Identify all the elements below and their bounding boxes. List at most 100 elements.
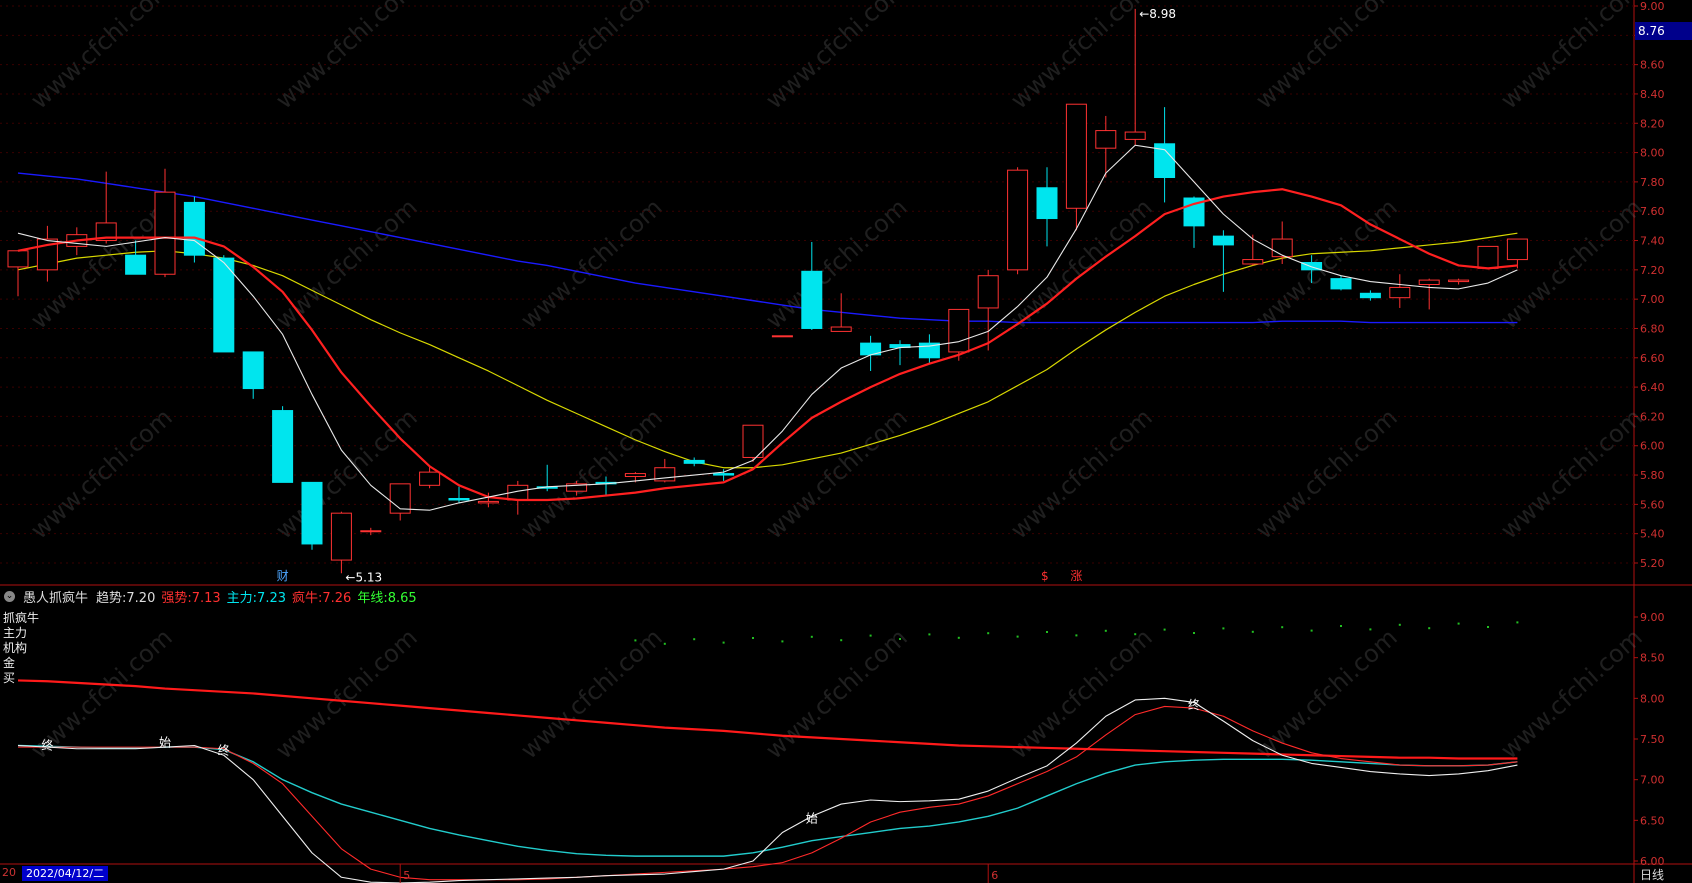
annual-dot [840, 639, 843, 642]
annual-dot [810, 635, 813, 638]
annual-dot [1163, 628, 1166, 631]
annual-dot [1104, 629, 1107, 632]
signal-marker: 涨 [1070, 568, 1082, 583]
date-label: 2022/04/12/二 [22, 866, 109, 881]
candle-down [713, 473, 735, 476]
indicator-main-force [17, 744, 1518, 857]
ma-yellow-line [17, 232, 1518, 469]
watermark-text: www.cfchi.com [760, 403, 912, 544]
annual-dot [899, 638, 901, 640]
indicator-tick-label: 8.00 [1640, 692, 1665, 705]
watermark-text: www.cfchi.com [1250, 623, 1402, 764]
candle-up [1065, 103, 1087, 209]
price-tick-label: 7.60 [1640, 205, 1665, 218]
extreme-price-label: ←5.13 [345, 570, 382, 584]
watermark-text: www.cfchi.com [515, 623, 667, 764]
indicator-tick-label: 6.50 [1640, 814, 1665, 827]
candle-up [771, 335, 793, 338]
watermark-text: www.cfchi.com [1005, 403, 1157, 544]
candle-up [1418, 279, 1440, 285]
price-tick-label: 7.80 [1640, 176, 1665, 189]
month-label: 6 [991, 869, 998, 882]
annual-dot [957, 636, 960, 639]
left-date-mark: 20 [2, 866, 16, 879]
watermark-text: www.cfchi.com [1250, 403, 1402, 544]
watermark-text: www.cfchi.com [1250, 193, 1402, 334]
candle-up [742, 424, 764, 458]
watermark-text: www.cfchi.com [270, 0, 422, 114]
annual-dot [781, 640, 784, 643]
watermark-text: www.cfchi.com [25, 0, 177, 114]
candle-up [1095, 130, 1117, 149]
candle-up [977, 275, 999, 309]
watermark-text: www.cfchi.com [1250, 0, 1402, 114]
indicator-legend: 趋势:7.20 强势:7.13 主力:7.23 疯牛:7.26 年线:8.65 [96, 587, 423, 606]
price-tick-label: 6.40 [1640, 381, 1665, 394]
annual-dot [1310, 629, 1313, 632]
candle-up [830, 326, 852, 332]
collapse-icon[interactable]: ⌄ [4, 591, 15, 602]
annual-dot [1487, 626, 1489, 628]
price-tick-label: 5.40 [1640, 528, 1665, 541]
candle-down [801, 270, 823, 329]
watermark-text: www.cfchi.com [270, 193, 422, 334]
legend-item: 主力:7.23 [226, 591, 286, 606]
extreme-price-label: ←8.98 [1139, 7, 1176, 21]
price-tick-label: 9.00 [1640, 0, 1665, 13]
watermark-text: www.cfchi.com [760, 0, 912, 114]
annual-dot [1516, 621, 1519, 624]
price-tick-label: 8.40 [1640, 88, 1665, 101]
annual-dot [693, 638, 696, 641]
signal-marker: $ [1041, 569, 1049, 583]
candle-down [125, 254, 147, 275]
candle-up [360, 530, 382, 533]
candle-down [683, 459, 705, 464]
candle-up [477, 500, 499, 504]
candle-up [1124, 131, 1146, 140]
candle-up [1242, 259, 1264, 265]
price-tick-label: 5.20 [1640, 557, 1665, 570]
annual-dot [1075, 634, 1078, 637]
watermark-text: www.cfchi.com [25, 403, 177, 544]
indicator-side-label: 买 [3, 671, 16, 685]
candle-down [448, 498, 470, 501]
candle-up [154, 191, 176, 275]
annual-dot [1398, 623, 1401, 626]
candle-up [330, 512, 352, 561]
price-tick-label: 6.20 [1640, 410, 1665, 423]
annual-dot [1134, 633, 1137, 636]
annual-dot [722, 641, 725, 644]
watermark-text: www.cfchi.com [1495, 403, 1647, 544]
candle-up [624, 473, 646, 478]
price-tick-label: 7.40 [1640, 235, 1665, 248]
candle-up [1506, 238, 1528, 261]
candle-down [272, 410, 294, 483]
candle-down [1036, 187, 1058, 220]
annual-dot [1193, 632, 1195, 634]
phase-marker: 终 [41, 738, 53, 753]
phase-marker: 始 [159, 735, 171, 749]
phase-marker: 终 [218, 742, 230, 757]
candle-up [1271, 238, 1293, 258]
annual-dot [1457, 622, 1460, 625]
watermark-text: www.cfchi.com [760, 193, 912, 334]
candle-up [1389, 286, 1411, 299]
annual-dot [663, 642, 666, 645]
candle-up [1007, 169, 1029, 271]
candle-down [301, 481, 323, 545]
price-tick-label: 5.80 [1640, 469, 1665, 482]
watermark-text: www.cfchi.com [1495, 623, 1647, 764]
indicator-title[interactable]: ⌄ 愚人抓疯牛 趋势:7.20 强势:7.13 主力:7.23 疯牛:7.26 年线:8… [4, 587, 423, 606]
candle-down [213, 257, 235, 353]
watermark-text: www.cfchi.com [1005, 623, 1157, 764]
annual-dot [1281, 626, 1284, 629]
ma-red-line [17, 188, 1518, 502]
indicator-name: 愚人抓疯牛 [23, 591, 89, 606]
indicator-tick-label: 7.50 [1640, 733, 1665, 746]
period-label[interactable]: 日线 [1640, 866, 1664, 883]
current-price-label: 8.76 [1635, 22, 1692, 40]
price-tick-label: 5.60 [1640, 498, 1665, 511]
indicator-tick-label: 7.00 [1640, 774, 1665, 787]
phase-marker: 终 [1188, 697, 1200, 712]
price-tick-label: 8.20 [1640, 117, 1665, 130]
